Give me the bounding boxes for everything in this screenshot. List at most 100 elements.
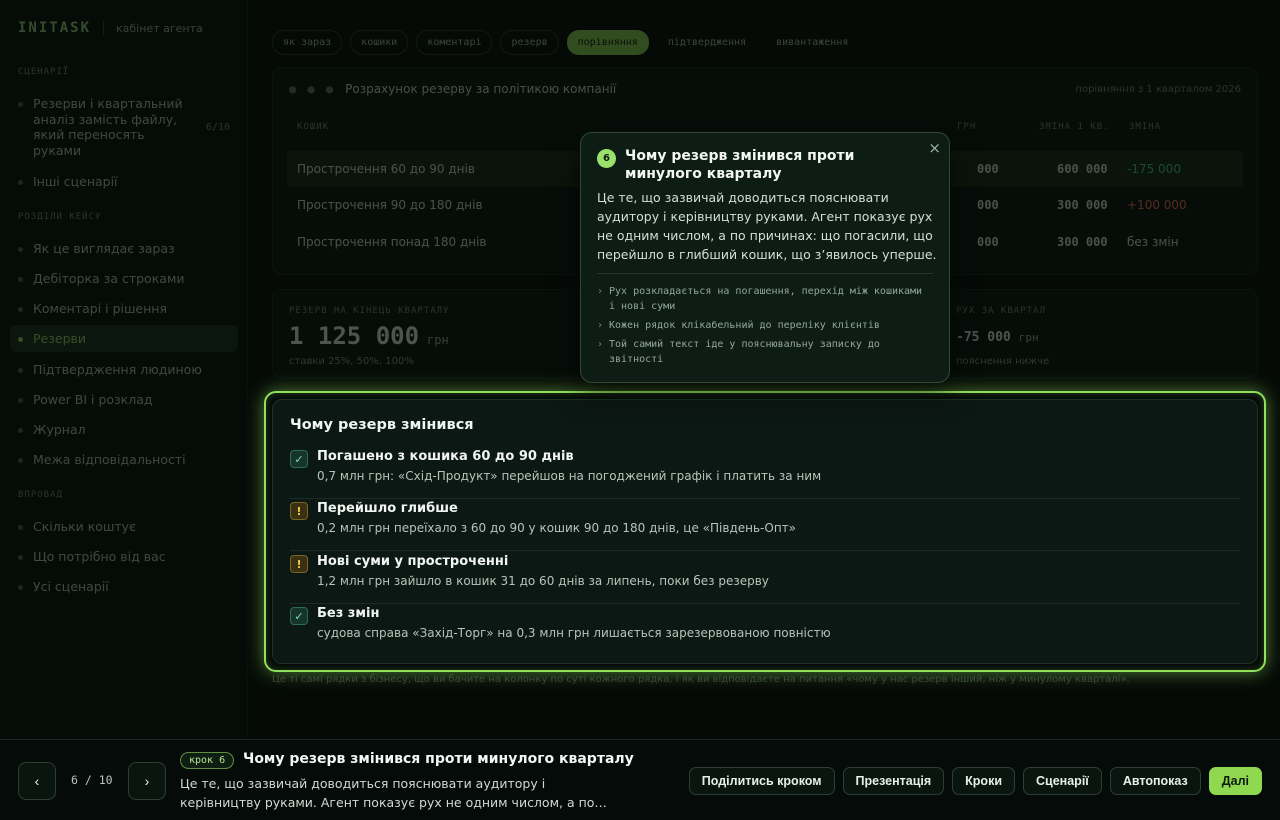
next-step-arrow-button[interactable]: › bbox=[128, 762, 166, 800]
reserve-end-value: 1 125 000 грн bbox=[289, 322, 449, 350]
sidebar-item-scenario-reserves[interactable]: Резерви і квартальний аналіз замість фай… bbox=[10, 96, 238, 158]
bullet-icon bbox=[18, 555, 23, 560]
panel-note: порівняння з 1 кварталом 2026 bbox=[1075, 84, 1241, 95]
warning-icon: ! bbox=[290, 555, 308, 573]
quarter-move-value: -75 000 грн bbox=[956, 330, 1039, 345]
reserve-end-rates: ставки 25%, 50%, 100% bbox=[289, 356, 414, 367]
bullet-icon bbox=[18, 247, 23, 252]
reserve-end-unit: грн bbox=[427, 333, 449, 347]
chip-confirmation[interactable]: підтвердження bbox=[657, 30, 757, 55]
reason-title: Нові суми у простроченні bbox=[317, 554, 509, 569]
row-reserve: 300 000 bbox=[1057, 235, 1108, 249]
section-heading-scenarios: СЦЕНАРІЇ bbox=[18, 67, 70, 77]
sidebar-item-powerbi[interactable]: Power BI і розклад bbox=[10, 392, 238, 407]
column-header-amount: ГРН bbox=[957, 122, 977, 132]
sidebar-item-pricing[interactable]: Скільки коштує bbox=[10, 519, 238, 534]
sidebar-item-reserves[interactable]: Резерви bbox=[10, 325, 238, 352]
check-icon: ✓ bbox=[290, 450, 308, 468]
panel-header: ● ● ● Розрахунок резерву за політикою ко… bbox=[289, 82, 616, 96]
quarter-move-label: РУХ ЗА КВАРТАЛ bbox=[956, 306, 1046, 316]
row-change: без змін bbox=[1127, 235, 1179, 249]
bullet-icon bbox=[18, 585, 23, 590]
prev-step-button[interactable]: ‹ bbox=[18, 762, 56, 800]
row-change: -175 000 bbox=[1127, 162, 1181, 176]
chip-comments[interactable]: коментарі bbox=[416, 30, 493, 55]
bullet-icon bbox=[18, 180, 23, 185]
popover-title: Чому резерв змінився проти минулого квар… bbox=[625, 148, 855, 182]
step-chip: крок 6 bbox=[180, 752, 235, 769]
tour-actions: Поділитись кроком Презентація Кроки Сцен… bbox=[688, 767, 1262, 795]
row-amount: 000 bbox=[977, 235, 999, 249]
steps-button[interactable]: Кроки bbox=[952, 767, 1016, 795]
brand-divider bbox=[103, 21, 105, 35]
sidebar-item-label: Коментарі і рішення bbox=[33, 301, 167, 316]
reason-description: 0,7 млн грн: «Схід-Продукт» перейшов на … bbox=[317, 469, 822, 483]
column-header-change: ЗМІНА bbox=[1129, 122, 1162, 132]
row-name: Прострочення понад 180 днів bbox=[297, 235, 487, 249]
presentation-button[interactable]: Презентація bbox=[842, 767, 945, 795]
popover-point: Той самий текст іде у пояснювальну запис… bbox=[597, 337, 927, 367]
autoplay-button[interactable]: Автопоказ bbox=[1109, 767, 1201, 795]
sidebar-item-responsibility[interactable]: Межа відповідальності bbox=[10, 452, 238, 467]
bullet-icon bbox=[18, 337, 23, 342]
sidebar-item-label: Усі сценарії bbox=[33, 579, 109, 594]
card-title: Чому резерв змінився bbox=[290, 417, 474, 433]
sidebar-item-label: Як це виглядає зараз bbox=[33, 241, 175, 256]
row-reserve: 300 000 bbox=[1057, 198, 1108, 212]
panel-title: Розрахунок резерву за політикою компанії bbox=[345, 82, 617, 96]
bullet-icon bbox=[18, 102, 23, 107]
section-heading-case: РОЗДІЛИ КЕЙСУ bbox=[18, 212, 102, 222]
close-icon[interactable]: × bbox=[928, 139, 941, 157]
reason-description: 1,2 млн грн зайшло в кошик 31 до 60 днів… bbox=[317, 574, 769, 588]
row-name: Прострочення 60 до 90 днів bbox=[297, 162, 475, 176]
reason-row-repaid[interactable]: ✓ Погашено з кошика 60 до 90 днів 0,7 мл… bbox=[290, 447, 1240, 499]
reason-row-new-overdue[interactable]: ! Нові суми у простроченні 1,2 млн грн з… bbox=[290, 552, 1240, 604]
reason-row-unchanged[interactable]: ✓ Без змін судова справа «Захід-Торг» на… bbox=[290, 604, 1240, 656]
sidebar-item-label: Межа відповідальності bbox=[33, 452, 186, 467]
sidebar-item-label: Резерви bbox=[33, 331, 86, 346]
share-step-button[interactable]: Поділитись кроком bbox=[688, 767, 835, 795]
check-icon: ✓ bbox=[290, 607, 308, 625]
sidebar-item-label: Скільки коштує bbox=[33, 519, 136, 534]
sidebar-item-journal[interactable]: Журнал bbox=[10, 422, 238, 437]
quarter-move-sub: пояснення нижче bbox=[956, 356, 1050, 367]
sidebar-item-receivables[interactable]: Дебіторка за строками bbox=[10, 271, 238, 286]
sidebar-item-label: Інші сценарії bbox=[33, 174, 118, 189]
next-button[interactable]: Далі bbox=[1208, 767, 1262, 795]
chip-export[interactable]: вивантаження bbox=[765, 30, 859, 55]
row-amount: 000 bbox=[977, 162, 999, 176]
sidebar-item-label: Що потрібно від вас bbox=[33, 549, 166, 564]
popover-point: Рух розкладається на погашення, перехід … bbox=[597, 284, 927, 314]
section-chips: як зараз кошики коментарі резерв порівня… bbox=[272, 30, 859, 55]
column-header-change-q1: ЗМІНА 1 КВ. bbox=[1039, 122, 1110, 132]
bullet-icon bbox=[18, 398, 23, 403]
sidebar-item-comments[interactable]: Коментарі і рішення bbox=[10, 301, 238, 316]
chip-reserve[interactable]: резерв bbox=[500, 30, 559, 55]
reason-row-moved-deeper[interactable]: ! Перейшло глибше 0,2 млн грн переїхало … bbox=[290, 499, 1240, 551]
sidebar-item-other-scenarios[interactable]: Інші сценарії bbox=[10, 174, 238, 189]
chip-comparison[interactable]: порівняння bbox=[566, 30, 649, 55]
chip-buckets[interactable]: кошики bbox=[350, 30, 409, 55]
popover-body: Це те, що зазвичай доводиться пояснювати… bbox=[597, 190, 937, 262]
popover-points: Рух розкладається на погашення, перехід … bbox=[597, 284, 927, 371]
sidebar-item-requirements[interactable]: Що потрібно від вас bbox=[10, 549, 238, 564]
scenarios-button[interactable]: Сценарії bbox=[1023, 767, 1102, 795]
chip-current[interactable]: як зараз bbox=[272, 30, 343, 55]
footnote: Це ті самі рядки з бізнесу, що ви бачите… bbox=[272, 674, 1130, 685]
reason-description: 0,2 млн грн переїхало з 60 до 90 у кошик… bbox=[317, 521, 796, 535]
sidebar-item-all-scenarios[interactable]: Усі сценарії bbox=[10, 579, 238, 594]
brand-logo: INITASK bbox=[18, 20, 92, 36]
bullet-icon bbox=[18, 277, 23, 282]
quarter-move-unit: грн bbox=[1018, 331, 1039, 344]
step-description: Це те, що зазвичай доводиться пояснювати… bbox=[180, 776, 607, 810]
step-number-badge: 6 bbox=[597, 149, 616, 168]
sidebar-item-label: Журнал bbox=[33, 422, 86, 437]
sidebar-item-current[interactable]: Як це виглядає зараз bbox=[10, 241, 238, 256]
reason-title: Перейшло глибше bbox=[317, 501, 458, 516]
popover-divider bbox=[597, 273, 933, 274]
reason-title: Без змін bbox=[317, 606, 380, 621]
step-title: Чому резерв змінився проти минулого квар… bbox=[243, 751, 634, 767]
sidebar-item-label: Power BI і розклад bbox=[33, 392, 153, 407]
sidebar-item-confirmation[interactable]: Підтвердження людиною bbox=[10, 362, 238, 377]
sidebar-item-label: Підтвердження людиною bbox=[33, 362, 202, 377]
